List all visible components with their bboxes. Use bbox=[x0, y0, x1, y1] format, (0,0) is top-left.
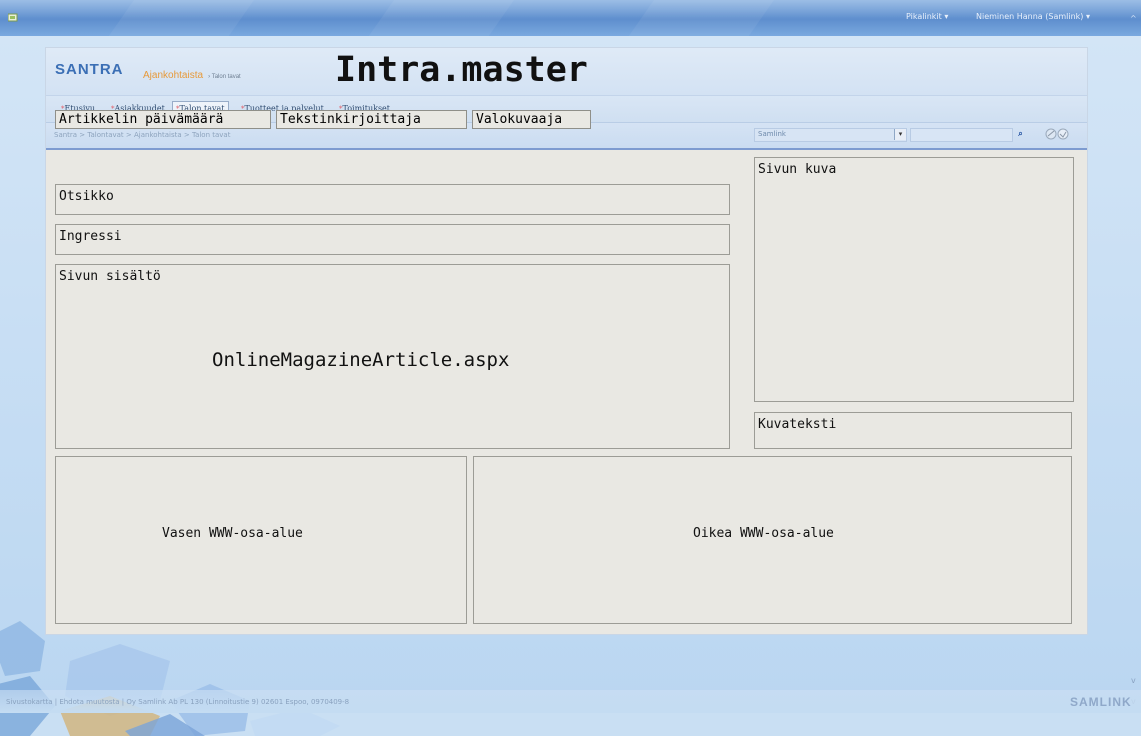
site-title-breadcrumb: Ajankohtaista › Talon tavat bbox=[143, 63, 241, 82]
photographer-field[interactable]: Valokuvaaja bbox=[472, 110, 591, 129]
help-icon[interactable] bbox=[1045, 128, 1057, 140]
scroll-up-icon[interactable]: ^ bbox=[1130, 14, 1137, 23]
chevron-down-icon[interactable]: v bbox=[1131, 676, 1136, 685]
search-scope-value: Samlink bbox=[758, 130, 786, 138]
content-page-name: OnlineMagazineArticle.aspx bbox=[212, 349, 510, 371]
samlink-logo: SAMLINK bbox=[1070, 695, 1132, 709]
master-page-title: Intra.master bbox=[335, 50, 588, 90]
settings-icon[interactable] bbox=[1057, 128, 1069, 140]
breadcrumb[interactable]: Santra > Talontavat > Ajankohtaista > Ta… bbox=[54, 131, 230, 139]
lead-field[interactable]: Ingressi bbox=[55, 224, 730, 255]
right-zone-label: Oikea WWW-osa-alue bbox=[693, 526, 834, 541]
site-actions-icon[interactable] bbox=[8, 13, 19, 22]
santra-logo[interactable]: SANTRA bbox=[55, 61, 124, 78]
caption-field[interactable]: Kuvateksti bbox=[754, 412, 1072, 449]
search-icon[interactable]: ⌕ bbox=[1015, 128, 1026, 140]
current-page-crumb: › Talon tavat bbox=[208, 74, 241, 80]
page-image-field[interactable]: Sivun kuva bbox=[754, 157, 1074, 402]
content-label: Sivun sisältö bbox=[59, 269, 161, 284]
top-bar: Pikalinkit ▾ Nieminen Hanna (Samlink) ▾ … bbox=[0, 0, 1141, 36]
caption-label: Kuvateksti bbox=[758, 417, 837, 432]
site-header: SANTRA Ajankohtaista › Talon tavat Intra… bbox=[46, 48, 1087, 95]
footer-links[interactable]: Sivustokartta | Ehdota muutosta | Oy Sam… bbox=[6, 698, 349, 706]
user-menu[interactable]: Nieminen Hanna (Samlink) ▾ bbox=[976, 12, 1090, 21]
article-date-field[interactable]: Artikkelin päivämäärä bbox=[55, 110, 271, 129]
quick-links-menu[interactable]: Pikalinkit ▾ bbox=[906, 12, 948, 21]
site-footer: Sivustokartta | Ehdota muutosta | Oy Sam… bbox=[0, 690, 1141, 713]
search-input[interactable] bbox=[910, 128, 1013, 142]
writer-field[interactable]: Tekstinkirjoittaja bbox=[276, 110, 467, 129]
image-label: Sivun kuva bbox=[758, 162, 837, 177]
title-field[interactable]: Otsikko bbox=[55, 184, 730, 215]
title-label: Otsikko bbox=[59, 189, 114, 204]
left-zone-label: Vasen WWW-osa-alue bbox=[162, 526, 303, 541]
help-icons bbox=[1045, 128, 1069, 140]
search-scope-select[interactable]: Samlink ▾ bbox=[754, 128, 907, 142]
chevron-down-icon[interactable]: ▾ bbox=[894, 129, 906, 140]
lead-label: Ingressi bbox=[59, 229, 122, 244]
section-link[interactable]: Ajankohtaista bbox=[143, 70, 203, 81]
scrollbar[interactable] bbox=[1128, 36, 1141, 696]
